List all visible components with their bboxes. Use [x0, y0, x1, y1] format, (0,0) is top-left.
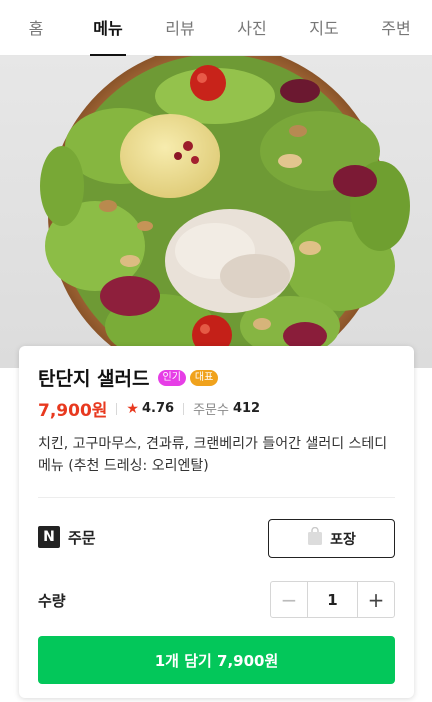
- tab-reviews[interactable]: 리뷰: [144, 0, 216, 56]
- tab-map[interactable]: 지도: [288, 0, 360, 56]
- menu-price: 7,900원: [38, 401, 108, 421]
- representative-badge: 대표: [189, 369, 219, 386]
- tab-menu[interactable]: 메뉴: [72, 0, 144, 56]
- menu-photo: [0, 56, 432, 368]
- order-count-value: 412: [232, 401, 261, 416]
- takeout-button[interactable]: 포장: [268, 519, 395, 558]
- divider: [116, 402, 118, 415]
- order-count-label: 주문수: [193, 403, 229, 418]
- divider: [183, 402, 185, 415]
- popular-badge: 인기: [157, 369, 186, 386]
- naver-logo-icon: N: [38, 526, 60, 548]
- tab-home[interactable]: 홈: [0, 0, 72, 56]
- title-row: 탄단지 샐러드 인기 대표: [38, 364, 219, 391]
- order-label: 주문: [68, 528, 96, 547]
- tab-nearby[interactable]: 주변: [360, 0, 432, 56]
- menu-name: 탄단지 샐러드: [38, 368, 150, 390]
- menu-detail-card: 탄단지 샐러드 인기 대표 7,900원 ★ 4.76 주문수 412 치킨, …: [19, 346, 414, 698]
- tab-bar: 홈 메뉴 리뷰 사진 지도 주변: [0, 0, 432, 56]
- price-row: 7,900원 ★ 4.76 주문수 412: [38, 396, 261, 422]
- quantity-stepper: − 1 +: [270, 581, 395, 618]
- menu-description: 치킨, 고구마무스, 견과류, 크랜베리가 들어간 샐러디 스테디 메뉴 (추천…: [38, 436, 388, 474]
- quantity-label: 수량: [38, 592, 66, 610]
- shopping-bag-icon: [307, 526, 323, 550]
- quantity-value: 1: [307, 582, 358, 617]
- order-type-row: N 주문: [38, 526, 96, 548]
- divider: [38, 497, 395, 498]
- decrement-button[interactable]: −: [271, 582, 307, 617]
- takeout-label: 포장: [330, 531, 356, 548]
- star-icon: ★: [126, 400, 139, 417]
- add-to-cart-button[interactable]: 1개 담기 7,900원: [38, 636, 395, 684]
- tab-photos[interactable]: 사진: [216, 0, 288, 56]
- increment-button[interactable]: +: [358, 582, 394, 617]
- rating-value: 4.76: [141, 401, 175, 416]
